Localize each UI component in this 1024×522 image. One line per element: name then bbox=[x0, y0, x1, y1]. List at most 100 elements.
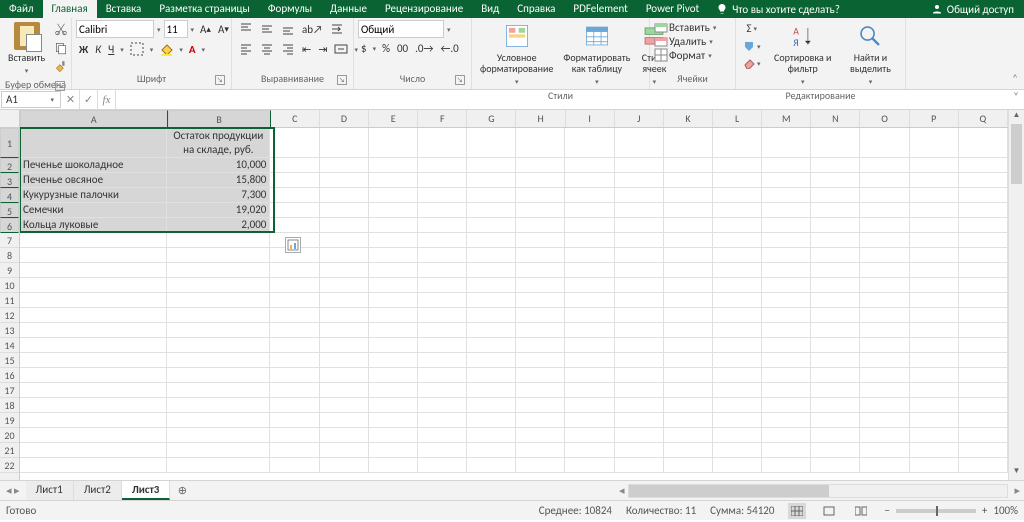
cell[interactable] bbox=[860, 293, 909, 308]
cell[interactable] bbox=[565, 398, 614, 413]
zoom-slider[interactable] bbox=[896, 509, 976, 513]
cell[interactable] bbox=[910, 173, 959, 188]
cell[interactable] bbox=[860, 458, 909, 473]
cell[interactable] bbox=[664, 383, 713, 398]
cell[interactable] bbox=[565, 413, 614, 428]
increase-indent-button[interactable]: ⇥ bbox=[315, 41, 330, 58]
increase-font-button[interactable]: A▴ bbox=[197, 21, 214, 38]
collapse-ribbon-icon[interactable]: ˄ bbox=[1012, 72, 1018, 85]
cell[interactable] bbox=[20, 398, 167, 413]
cell[interactable] bbox=[320, 278, 369, 293]
row-header[interactable]: 18 bbox=[0, 398, 19, 413]
merge-button[interactable] bbox=[331, 40, 351, 58]
cell[interactable] bbox=[565, 203, 614, 218]
cell[interactable] bbox=[664, 278, 713, 293]
cell[interactable] bbox=[320, 248, 369, 263]
cell[interactable] bbox=[467, 128, 516, 158]
row-header[interactable]: 13 bbox=[0, 323, 19, 338]
cell[interactable] bbox=[467, 278, 516, 293]
cell[interactable] bbox=[910, 248, 959, 263]
cell[interactable] bbox=[320, 173, 369, 188]
cell[interactable] bbox=[860, 443, 909, 458]
tab-help[interactable]: Справка bbox=[508, 0, 564, 18]
page-break-view-button[interactable] bbox=[852, 503, 870, 519]
cell[interactable] bbox=[615, 368, 664, 383]
cell[interactable] bbox=[418, 338, 467, 353]
cell[interactable] bbox=[467, 203, 516, 218]
cell[interactable] bbox=[615, 428, 664, 443]
cell[interactable] bbox=[20, 353, 167, 368]
cell[interactable] bbox=[959, 158, 1008, 173]
normal-view-button[interactable] bbox=[788, 503, 806, 519]
cell[interactable] bbox=[615, 263, 664, 278]
cell[interactable] bbox=[615, 338, 664, 353]
number-format-input[interactable] bbox=[358, 20, 444, 38]
cell[interactable] bbox=[516, 158, 565, 173]
cell[interactable] bbox=[20, 293, 167, 308]
cell[interactable] bbox=[565, 368, 614, 383]
tab-powerpivot[interactable]: Power Pivot bbox=[637, 0, 708, 18]
cell[interactable] bbox=[565, 173, 614, 188]
cell[interactable] bbox=[910, 338, 959, 353]
cell[interactable] bbox=[516, 188, 565, 203]
cell[interactable]: Печенье овсяное bbox=[20, 173, 167, 188]
cell[interactable] bbox=[167, 443, 270, 458]
cell[interactable] bbox=[369, 398, 418, 413]
row-header[interactable]: 2 bbox=[0, 158, 19, 173]
cell[interactable] bbox=[664, 158, 713, 173]
cell[interactable] bbox=[762, 293, 811, 308]
cell[interactable] bbox=[320, 218, 369, 233]
cell[interactable] bbox=[320, 308, 369, 323]
cell[interactable] bbox=[615, 293, 664, 308]
cell[interactable] bbox=[516, 233, 565, 248]
bold-button[interactable]: Ж bbox=[76, 41, 91, 58]
cell[interactable] bbox=[20, 248, 167, 263]
cell[interactable] bbox=[615, 323, 664, 338]
cell[interactable] bbox=[467, 233, 516, 248]
cell[interactable] bbox=[270, 398, 319, 413]
cell[interactable] bbox=[713, 398, 762, 413]
zoom-in-button[interactable]: + bbox=[982, 504, 987, 517]
cell[interactable] bbox=[270, 338, 319, 353]
row-header[interactable]: 11 bbox=[0, 293, 19, 308]
cell[interactable] bbox=[565, 458, 614, 473]
cell[interactable] bbox=[270, 308, 319, 323]
cell[interactable] bbox=[20, 383, 167, 398]
cell[interactable] bbox=[762, 263, 811, 278]
cell[interactable] bbox=[959, 428, 1008, 443]
cell[interactable] bbox=[910, 188, 959, 203]
sort-filter-button[interactable]: АЯ Сортировка и фильтр▾ bbox=[768, 20, 838, 89]
cell[interactable] bbox=[713, 263, 762, 278]
cell[interactable] bbox=[860, 248, 909, 263]
cell[interactable] bbox=[910, 278, 959, 293]
row-header[interactable]: 14 bbox=[0, 338, 19, 353]
dialog-launcher-icon[interactable]: ↘ bbox=[215, 75, 225, 85]
cell[interactable] bbox=[664, 173, 713, 188]
cell[interactable] bbox=[418, 233, 467, 248]
cell[interactable] bbox=[713, 458, 762, 473]
cell[interactable] bbox=[565, 233, 614, 248]
cell[interactable] bbox=[516, 218, 565, 233]
cell[interactable] bbox=[910, 368, 959, 383]
cell[interactable] bbox=[516, 308, 565, 323]
row-header[interactable]: 20 bbox=[0, 428, 19, 443]
cell[interactable] bbox=[467, 413, 516, 428]
cell[interactable] bbox=[860, 188, 909, 203]
cell[interactable] bbox=[516, 368, 565, 383]
cell[interactable] bbox=[418, 173, 467, 188]
font-color-button[interactable]: A bbox=[186, 41, 199, 58]
cell[interactable] bbox=[811, 428, 860, 443]
column-header[interactable]: D bbox=[320, 110, 369, 127]
cell[interactable] bbox=[369, 458, 418, 473]
cell[interactable] bbox=[713, 173, 762, 188]
cell[interactable] bbox=[20, 413, 167, 428]
cell[interactable] bbox=[270, 458, 319, 473]
cell[interactable] bbox=[369, 128, 418, 158]
row-header[interactable]: 7 bbox=[0, 233, 19, 248]
cell[interactable] bbox=[713, 338, 762, 353]
cell[interactable] bbox=[713, 368, 762, 383]
cell[interactable] bbox=[467, 338, 516, 353]
align-middle-button[interactable] bbox=[257, 20, 277, 38]
cell[interactable] bbox=[615, 188, 664, 203]
row-header[interactable]: 15 bbox=[0, 353, 19, 368]
